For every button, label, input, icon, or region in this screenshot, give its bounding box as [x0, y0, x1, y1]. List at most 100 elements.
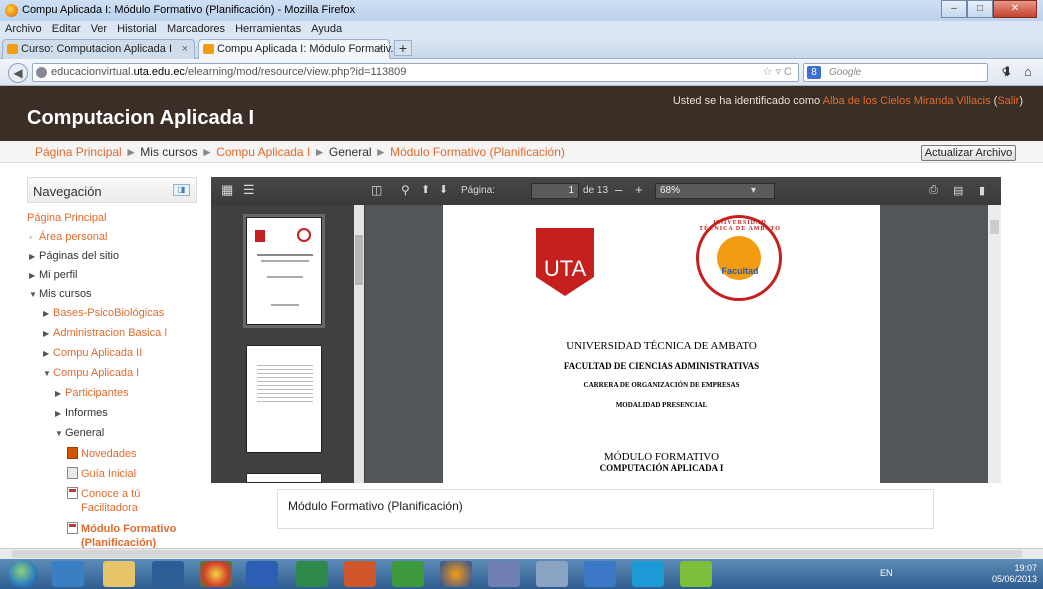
- zoom-in-icon[interactable]: +: [635, 182, 643, 197]
- expand-arrow-icon[interactable]: ▶: [29, 271, 39, 280]
- nav-label[interactable]: Mis cursos: [39, 288, 92, 300]
- word-icon[interactable]: [246, 561, 278, 587]
- media-player-icon[interactable]: [152, 561, 184, 587]
- save-icon[interactable]: ▤: [953, 184, 963, 197]
- back-button[interactable]: ◀: [8, 63, 28, 83]
- horizontal-scrollbar[interactable]: [0, 548, 1043, 559]
- menu-historial[interactable]: Historial: [117, 21, 157, 37]
- close-tab-icon[interactable]: ×: [182, 43, 188, 55]
- outline-view-icon[interactable]: ☰: [243, 182, 255, 198]
- menu-editar[interactable]: Editar: [52, 21, 81, 37]
- tab-course[interactable]: Curso: Computacion Aplicada I ×: [2, 39, 195, 59]
- search-icon[interactable]: ⚲: [401, 183, 410, 197]
- tab-module[interactable]: Compu Aplicada I: Módulo Formativ... ×: [198, 39, 400, 59]
- nav-item-my-courses[interactable]: ▼ Mis cursos: [29, 288, 92, 300]
- close-tab-icon[interactable]: ×: [377, 43, 383, 55]
- nav-label[interactable]: Módulo Formativo: [81, 523, 176, 535]
- minimize-button[interactable]: –: [941, 0, 967, 18]
- nav-item-module[interactable]: Módulo Formativo: [67, 522, 176, 535]
- breadcrumb-current[interactable]: Módulo Formativo (Planificación): [390, 145, 565, 159]
- nav-item-course[interactable]: ▶ Bases-PsicoBiológicas: [43, 307, 164, 319]
- dock-block-icon[interactable]: ◨: [173, 184, 190, 196]
- network-app-icon[interactable]: [680, 561, 712, 587]
- user-link[interactable]: Alba de los Cielos Miranda Villacis: [823, 95, 991, 107]
- home-icon[interactable]: ⌂: [1024, 64, 1032, 79]
- nav-label[interactable]: Novedades: [81, 448, 137, 460]
- expand-arrow-icon[interactable]: ▶: [43, 309, 53, 318]
- start-button[interactable]: [8, 560, 38, 588]
- language-indicator[interactable]: EN: [880, 568, 893, 578]
- nav-item-participants[interactable]: ▶ Participantes: [55, 387, 129, 399]
- page-number-input[interactable]: 1: [531, 183, 579, 199]
- nav-item-reports[interactable]: ▶ Informes: [55, 407, 108, 419]
- ie-icon[interactable]: [52, 561, 84, 587]
- print-icon[interactable]: ⎙: [929, 184, 938, 197]
- nav-label[interactable]: Páginas del sitio: [39, 250, 119, 262]
- nav-label[interactable]: Mi perfil: [39, 269, 78, 281]
- site-title[interactable]: Computacion Aplicada I: [27, 107, 254, 130]
- download-icon[interactable]: ⬇: [1002, 64, 1013, 80]
- expand-arrow-icon[interactable]: ▶: [55, 389, 65, 398]
- nav-item-general[interactable]: ▼ General: [55, 427, 104, 439]
- previous-page-icon[interactable]: ⬆: [421, 183, 430, 196]
- breadcrumb-section[interactable]: General: [329, 145, 372, 159]
- new-tab-button[interactable]: +: [394, 40, 412, 56]
- explorer-icon[interactable]: [103, 561, 135, 587]
- nav-item-news[interactable]: Novedades: [67, 447, 137, 460]
- zoom-out-icon[interactable]: –: [615, 182, 622, 197]
- breadcrumb-home[interactable]: Página Principal: [35, 145, 122, 159]
- nav-label[interactable]: Bases-PsicoBiológicas: [53, 307, 164, 319]
- nav-label[interactable]: Informes: [65, 407, 108, 419]
- nav-item-site-pages[interactable]: ▶ Páginas del sitio: [29, 250, 119, 262]
- search-input[interactable]: 8 Google ⚲: [803, 63, 1009, 82]
- page-thumbnail[interactable]: [246, 345, 322, 453]
- nav-item-personal[interactable]: ▫ Área personal: [29, 231, 108, 243]
- menu-archivo[interactable]: Archivo: [5, 21, 42, 37]
- nav-item-home[interactable]: Página Principal: [27, 212, 107, 224]
- url-bar[interactable]: educacionvirtual.uta.edu.ec/elearning/mo…: [32, 63, 799, 82]
- sidebar-toggle-icon[interactable]: ◫: [371, 183, 382, 197]
- menu-ayuda[interactable]: Ayuda: [311, 21, 342, 37]
- expand-arrow-icon[interactable]: ▶: [55, 409, 65, 418]
- menu-ver[interactable]: Ver: [91, 21, 108, 37]
- next-page-icon[interactable]: ⬇: [439, 183, 448, 196]
- bookmark-star-icon[interactable]: ☆ ▿ C: [763, 64, 792, 81]
- update-file-button[interactable]: Actualizar Archivo: [921, 145, 1016, 161]
- skype-icon[interactable]: [632, 561, 664, 587]
- collapse-arrow-icon[interactable]: ▼: [29, 290, 39, 299]
- expand-arrow-icon[interactable]: ▶: [43, 349, 53, 358]
- nav-label[interactable]: Área personal: [39, 231, 108, 243]
- menu-herramientas[interactable]: Herramientas: [235, 21, 301, 37]
- app-icon[interactable]: [584, 561, 616, 587]
- nav-label[interactable]: Página Principal: [27, 212, 107, 224]
- powerpoint-icon[interactable]: [344, 561, 376, 587]
- nav-item-tutor-line2[interactable]: Facilitadora: [81, 502, 138, 514]
- expand-arrow-icon[interactable]: ▶: [29, 252, 39, 261]
- menu-marcadores[interactable]: Marcadores: [167, 21, 225, 37]
- nav-label[interactable]: Compu Aplicada II: [53, 347, 142, 359]
- google-icon[interactable]: 8: [807, 66, 821, 79]
- nav-label[interactable]: Conoce a tú: [81, 488, 140, 500]
- close-window-button[interactable]: ✕: [993, 0, 1037, 18]
- firefox-taskbar-icon[interactable]: [440, 561, 472, 587]
- thumbnail-scrollbar[interactable]: [354, 205, 364, 483]
- nav-item-profile[interactable]: ▶ Mi perfil: [29, 269, 78, 281]
- nav-label[interactable]: Guía Inicial: [81, 468, 136, 480]
- nav-label[interactable]: General: [65, 427, 104, 439]
- breadcrumb-course[interactable]: Compu Aplicada I: [216, 145, 310, 159]
- nav-item-tutor[interactable]: Conoce a tú: [67, 487, 140, 500]
- expand-arrow-icon[interactable]: ▶: [43, 329, 53, 338]
- paint-icon[interactable]: [488, 561, 520, 587]
- snipping-tool-icon[interactable]: [536, 561, 568, 587]
- nav-item-course[interactable]: ▼ Compu Aplicada I: [43, 367, 139, 379]
- page-thumbnail[interactable]: [246, 473, 322, 483]
- nav-item-course[interactable]: ▶ Administracion Basica I: [43, 327, 167, 339]
- nav-label[interactable]: Administracion Basica I: [53, 327, 167, 339]
- thumbnails-view-icon[interactable]: ▦: [221, 182, 233, 198]
- page-scrollbar[interactable]: [988, 205, 1001, 483]
- nav-item-guide[interactable]: Guía Inicial: [67, 467, 136, 480]
- excel-icon[interactable]: [296, 561, 328, 587]
- nav-item-course[interactable]: ▶ Compu Aplicada II: [43, 347, 142, 359]
- page-thumbnail[interactable]: [243, 214, 325, 328]
- logout-link[interactable]: Salir: [997, 95, 1019, 107]
